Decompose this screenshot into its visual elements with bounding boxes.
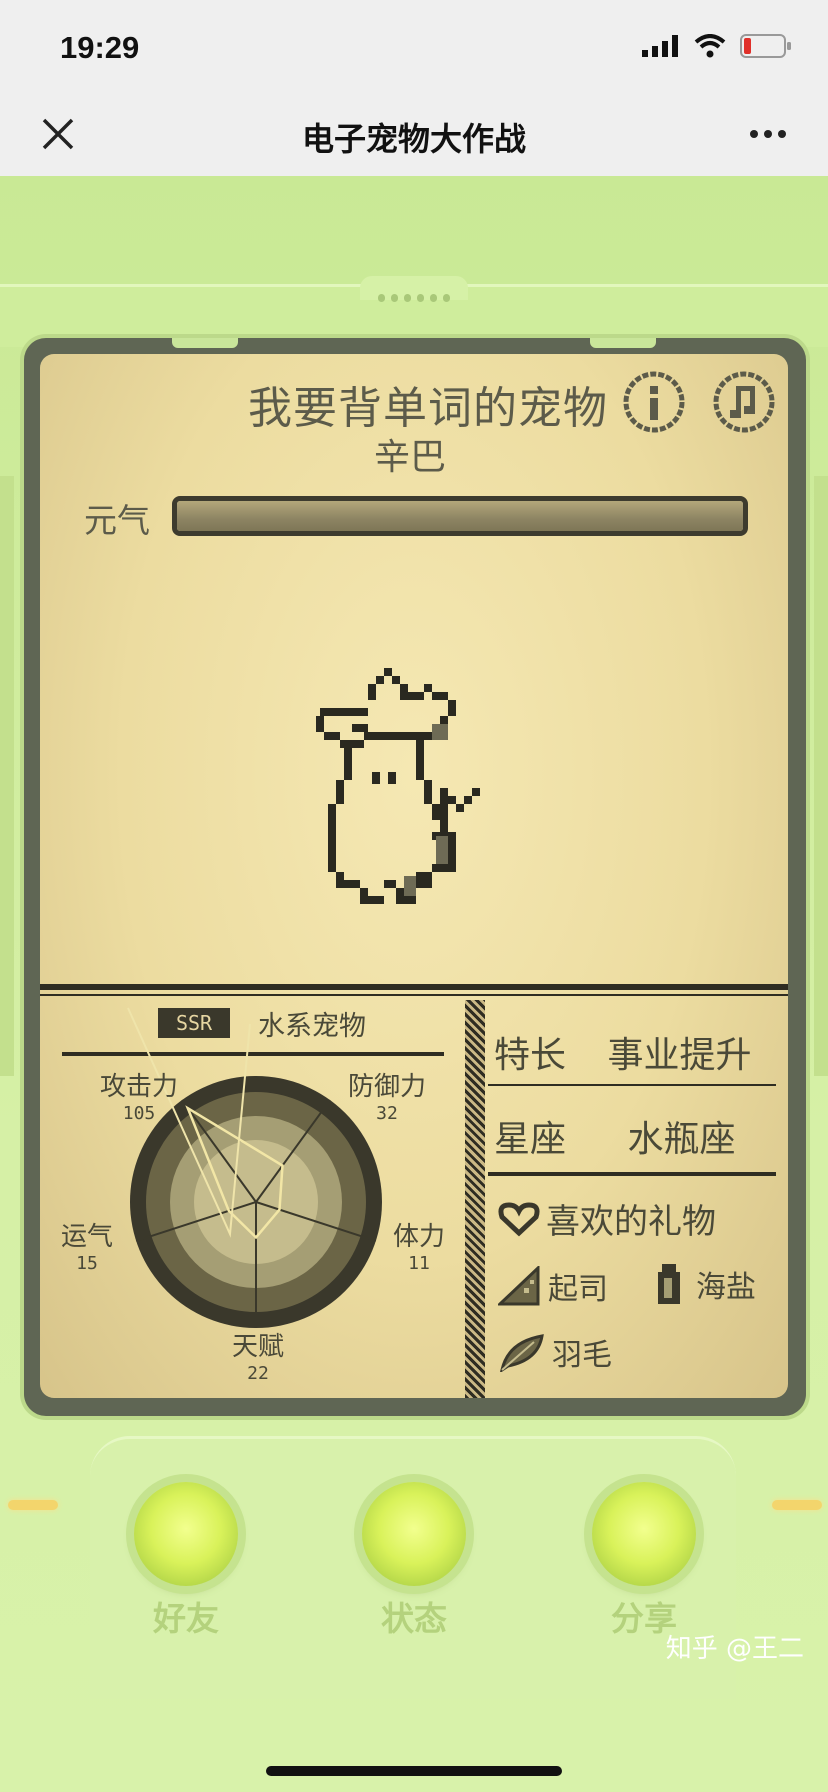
- gifts-title: 喜欢的礼物: [546, 1202, 716, 1242]
- heart-icon: [498, 1201, 540, 1236]
- system-icons: [642, 34, 792, 58]
- stat-luck: 运气 15: [50, 1216, 124, 1274]
- friends-button[interactable]: [134, 1482, 238, 1586]
- panel-divider: [465, 1000, 485, 1398]
- feather-icon: [500, 1334, 544, 1372]
- pet-name: 辛巴: [374, 437, 447, 478]
- stat-defense-label: 防御力: [347, 1072, 426, 1102]
- gift-label: 起司: [548, 1272, 608, 1307]
- gift-label: 羽毛: [552, 1338, 612, 1373]
- indicator-light-left: [8, 1500, 58, 1510]
- pet-sprite: [316, 668, 480, 904]
- stat-defense-value: 32: [376, 1103, 398, 1124]
- more-options-icon[interactable]: [746, 116, 790, 152]
- pet-title: 我要背单词的宠物: [248, 383, 608, 434]
- radar-light-streak: [127, 1007, 251, 1238]
- pet-screen: 我要背单词的宠物 辛巴 元气 SSR 水系宠物 攻击力 105 防御力 32 运…: [40, 354, 788, 1398]
- indicator-light-right: [772, 1500, 822, 1510]
- stat-stamina-value: 11: [408, 1253, 430, 1274]
- stat-luck-value: 15: [76, 1253, 98, 1274]
- side-ridge-left: [0, 476, 14, 1076]
- stat-talent-value: 22: [247, 1363, 269, 1384]
- stat-attack-value: 105: [122, 1103, 156, 1124]
- music-icon[interactable]: [710, 368, 778, 436]
- cheese-icon: [498, 1266, 540, 1306]
- bezel-tab: [172, 338, 238, 348]
- signal-icon: [642, 35, 678, 57]
- profile-divider: [488, 1172, 776, 1176]
- page-title: 电子宠物大作战: [301, 120, 526, 158]
- gifts-header: 喜欢的礼物: [498, 1194, 716, 1243]
- stat-stamina: 体力 11: [384, 1216, 454, 1274]
- gift-label: 海盐: [696, 1270, 756, 1305]
- stat-defense: 防御力 32: [332, 1066, 442, 1124]
- gift-item: 海盐: [650, 1262, 756, 1306]
- specialty-row: 特长 事业提升: [494, 1026, 751, 1078]
- side-ridge-right: [814, 476, 828, 1076]
- battery-icon: [740, 34, 791, 58]
- stat-talent-label: 天赋: [231, 1332, 284, 1362]
- watermark: 知乎 @王二: [665, 1634, 804, 1664]
- zodiac-label: 星座: [494, 1119, 567, 1160]
- energy-bar-fill: [177, 501, 743, 531]
- energy-bar: [172, 496, 748, 536]
- status-time: 19:29: [60, 30, 140, 65]
- wifi-icon: [694, 34, 726, 58]
- stat-attack: 攻击力 105: [82, 1066, 196, 1124]
- status-button[interactable]: [362, 1482, 466, 1586]
- stat-stamina-label: 体力: [392, 1222, 445, 1252]
- salt-shaker-icon: [658, 1264, 680, 1304]
- nav-bar: 电子宠物大作战: [0, 94, 828, 176]
- zodiac-value: 水瓶座: [627, 1119, 736, 1160]
- info-icon[interactable]: [620, 368, 688, 436]
- specialty-label: 特长: [494, 1035, 567, 1076]
- zodiac-row: 星座 水瓶座: [494, 1110, 735, 1162]
- home-indicator[interactable]: [266, 1766, 562, 1776]
- stat-talent: 天赋 22: [218, 1326, 298, 1384]
- stat-attack-label: 攻击力: [99, 1072, 178, 1102]
- stat-luck-label: 运气: [60, 1222, 113, 1252]
- screen-divider: [40, 984, 788, 990]
- status-label[interactable]: 状态: [344, 1592, 484, 1640]
- gift-item: 羽毛: [498, 1330, 612, 1374]
- profile-divider: [488, 1084, 776, 1086]
- gift-item: 起司: [498, 1264, 608, 1308]
- share-button[interactable]: [592, 1482, 696, 1586]
- status-bar: 19:29: [0, 0, 828, 94]
- energy-label: 元气: [84, 501, 150, 540]
- speaker-grille: [378, 294, 450, 302]
- specialty-value: 事业提升: [607, 1035, 752, 1076]
- bezel-tab: [590, 338, 656, 348]
- friends-label[interactable]: 好友: [116, 1592, 256, 1640]
